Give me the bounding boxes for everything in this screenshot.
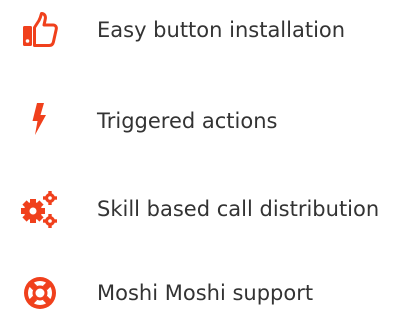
thumbs-up-icon	[20, 10, 60, 50]
feature-label: Triggered actions	[97, 109, 278, 133]
feature-label: Easy button installation	[97, 18, 346, 42]
feature-item-skill-based-call-distribution: Skill based call distribution	[0, 183, 416, 233]
feature-item-triggered-actions: Triggered actions	[0, 95, 416, 145]
feature-label: Moshi Moshi support	[97, 281, 314, 305]
lightning-bolt-icon	[20, 101, 60, 141]
life-ring-icon	[20, 273, 60, 313]
feature-label: Skill based call distribution	[97, 197, 380, 221]
feature-item-easy-button-installation: Easy button installation	[0, 4, 416, 54]
feature-item-moshi-moshi-support: Moshi Moshi support	[0, 267, 416, 317]
gears-icon	[20, 189, 60, 229]
feature-list: Easy button installation Triggered actio…	[0, 0, 416, 311]
